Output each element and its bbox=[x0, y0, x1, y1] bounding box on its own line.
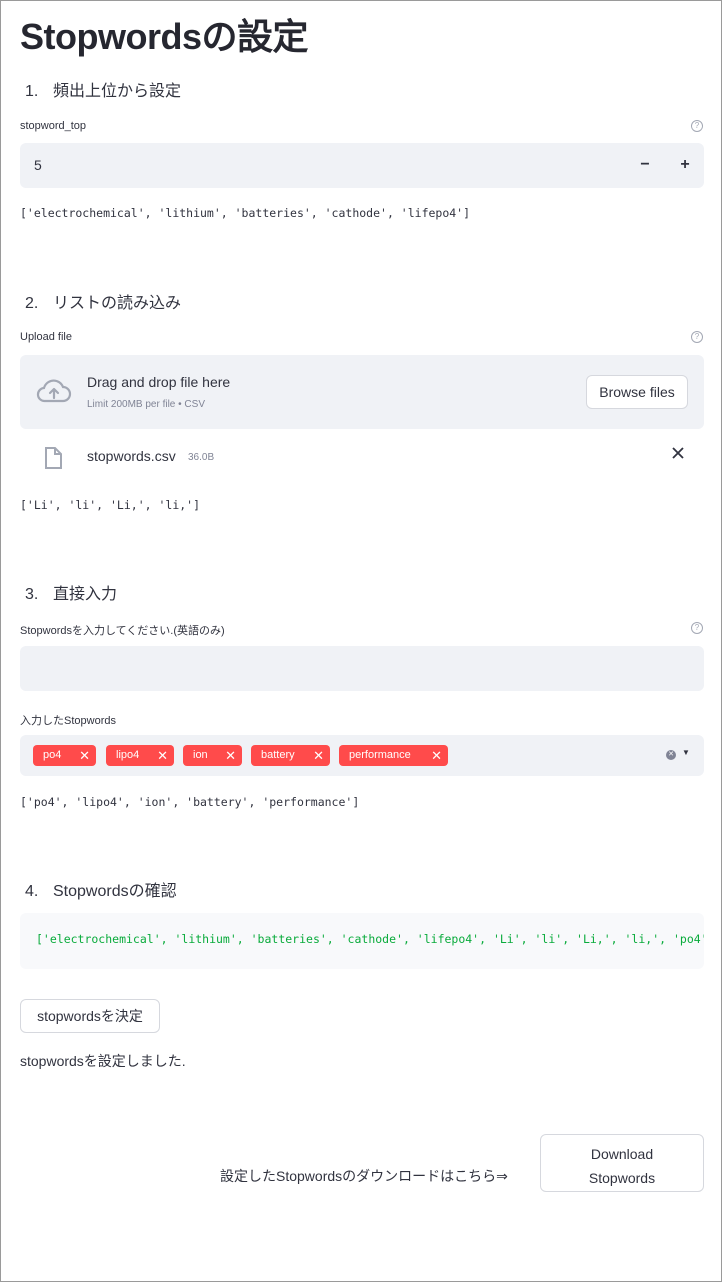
section-1-title: 頻出上位から設定 bbox=[53, 83, 182, 100]
browse-files-button[interactable]: Browse files bbox=[586, 375, 688, 409]
decide-stopwords-button[interactable]: stopwordsを決定 bbox=[20, 999, 160, 1033]
tag-remove-icon[interactable]: ✕ bbox=[313, 745, 324, 766]
upload-result: ['Li', 'li', 'Li,', 'li,'] bbox=[20, 498, 201, 512]
direct-input-result: ['po4', 'lipo4', 'ion', 'battery', 'perf… bbox=[20, 795, 360, 809]
tag-remove-icon[interactable]: ✕ bbox=[79, 745, 90, 766]
status-message: stopwordsを設定しました. bbox=[20, 1053, 186, 1069]
tag-label: po4 bbox=[43, 749, 62, 761]
section-2-number: 2. bbox=[25, 295, 39, 312]
tag-ion[interactable]: ion ✕ bbox=[183, 745, 242, 766]
tag-label: performance bbox=[349, 749, 411, 761]
increment-button[interactable]: + bbox=[666, 143, 704, 188]
section-2-heading: 2. リストの読み込み bbox=[20, 289, 181, 313]
dropzone-limit: Limit 200MB per file • CSV bbox=[87, 399, 205, 410]
tag-label: ion bbox=[193, 749, 208, 761]
stopwords-input-label: Stopwordsを入力してください.(英語のみ) bbox=[20, 625, 225, 637]
decrement-button[interactable]: − bbox=[626, 143, 664, 188]
page-title: Stopwordsの設定 bbox=[20, 16, 309, 57]
tag-remove-icon[interactable]: ✕ bbox=[225, 745, 236, 766]
section-4-heading: 4. Stopwordsの確認 bbox=[20, 877, 177, 901]
tag-remove-icon[interactable]: ✕ bbox=[431, 745, 442, 766]
tag-label: battery bbox=[261, 749, 295, 761]
help-icon[interactable]: ? bbox=[691, 622, 703, 634]
stopwords-code-block: ['electrochemical', 'lithium', 'batterie… bbox=[20, 913, 704, 969]
tag-po4[interactable]: po4 ✕ bbox=[33, 745, 96, 766]
tag-label: lipo4 bbox=[116, 749, 140, 761]
stopwords-code: ['electrochemical', 'lithium', 'batterie… bbox=[36, 932, 704, 946]
uploaded-file-name: stopwords.csv bbox=[87, 448, 176, 464]
stopword-top-value[interactable]: 5 bbox=[34, 157, 42, 173]
tag-remove-icon[interactable]: ✕ bbox=[157, 745, 168, 766]
chevron-down-icon[interactable]: ▼ bbox=[682, 748, 690, 757]
stopwords-text-input[interactable] bbox=[20, 646, 704, 691]
help-icon[interactable]: ? bbox=[691, 120, 703, 132]
section-2-title: リストの読み込み bbox=[53, 295, 182, 312]
entered-stopwords-label: 入力したStopwords bbox=[20, 715, 116, 727]
file-dropzone[interactable]: Drag and drop file here Limit 200MB per … bbox=[20, 355, 704, 429]
file-icon bbox=[43, 446, 63, 475]
download-button-line1: Download bbox=[590, 1146, 654, 1162]
section-3-heading: 3. 直接入力 bbox=[20, 580, 117, 604]
section-3-title: 直接入力 bbox=[53, 586, 118, 603]
section-4-number: 4. bbox=[25, 883, 39, 900]
section-3-number: 3. bbox=[25, 586, 39, 603]
section-4-title: Stopwordsの確認 bbox=[53, 883, 177, 900]
dropzone-instructions: Drag and drop file here bbox=[87, 374, 231, 390]
clear-all-icon[interactable]: ✕ bbox=[666, 750, 676, 760]
download-button-line2: Stopwords bbox=[588, 1170, 656, 1186]
help-icon[interactable]: ? bbox=[691, 331, 703, 343]
stopword-top-label: stopword_top bbox=[20, 120, 87, 132]
cloud-upload-icon bbox=[36, 377, 72, 410]
stopword-top-input[interactable]: 5 − + bbox=[20, 143, 704, 188]
tag-lipo4[interactable]: lipo4 ✕ bbox=[106, 745, 174, 766]
tag-performance[interactable]: performance ✕ bbox=[339, 745, 448, 766]
stopword-top-result: ['electrochemical', 'lithium', 'batterie… bbox=[20, 206, 471, 220]
section-1-heading: 1. 頻出上位から設定 bbox=[20, 77, 181, 101]
download-text: 設定したStopwordsのダウンロードはこちら⇒ bbox=[220, 1168, 508, 1184]
download-stopwords-button[interactable]: Download Stopwords bbox=[540, 1134, 704, 1192]
section-1-number: 1. bbox=[25, 83, 39, 100]
page-frame bbox=[0, 0, 722, 1282]
upload-label: Upload file bbox=[20, 331, 72, 343]
remove-file-icon[interactable] bbox=[671, 446, 685, 465]
stopwords-multiselect[interactable]: po4 ✕ lipo4 ✕ ion ✕ battery ✕ performance ✕ ✕… bbox=[20, 735, 704, 776]
uploaded-file-size: 36.0B bbox=[188, 452, 215, 463]
tag-battery[interactable]: battery ✕ bbox=[251, 745, 330, 766]
